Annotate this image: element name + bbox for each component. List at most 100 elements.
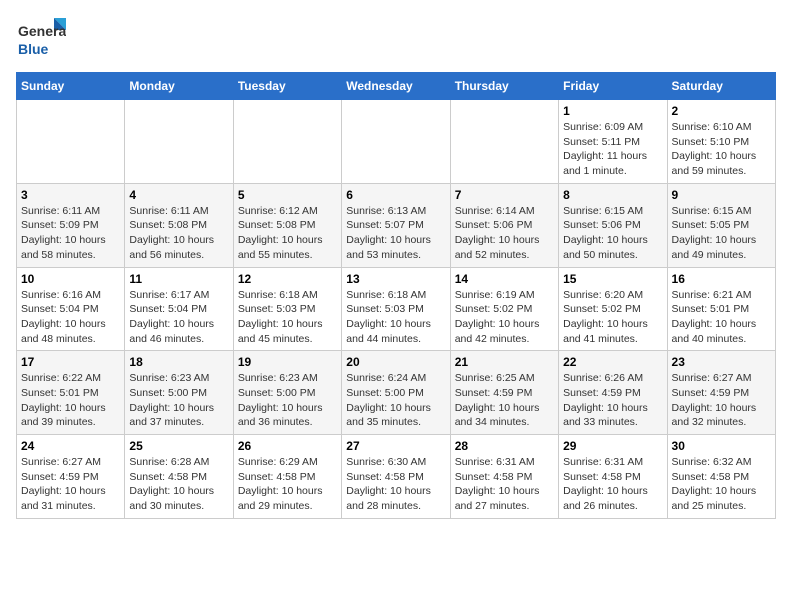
calendar-cell: 30Sunrise: 6:32 AM Sunset: 4:58 PM Dayli… [667, 435, 775, 519]
day-number: 1 [563, 104, 662, 118]
day-number: 2 [672, 104, 771, 118]
day-info: Sunrise: 6:15 AM Sunset: 5:05 PM Dayligh… [672, 204, 771, 263]
calendar-cell: 6 Sunrise: 6:13 AM Sunset: 5:07 PM Daylig… [342, 183, 450, 267]
weekday-header: Monday [125, 73, 233, 100]
day-number: 16 [672, 272, 771, 286]
weekday-header: Saturday [667, 73, 775, 100]
calendar-week-row: 10Sunrise: 6:16 AM Sunset: 5:04 PM Dayli… [17, 267, 776, 351]
day-number: 18 [129, 355, 228, 369]
weekday-header: Friday [559, 73, 667, 100]
day-number: 19 [238, 355, 337, 369]
calendar-cell: 26Sunrise: 6:29 AM Sunset: 4:58 PM Dayli… [233, 435, 341, 519]
calendar-cell: 14 Sunrise: 6:19 AM Sunset: 5:02 PM Dayli… [450, 267, 558, 351]
day-number: 11 [129, 272, 228, 286]
calendar: SundayMondayTuesdayWednesdayThursdayFrid… [16, 72, 776, 519]
calendar-cell [233, 100, 341, 184]
weekday-header: Thursday [450, 73, 558, 100]
calendar-cell: 20Sunrise: 6:24 AM Sunset: 5:00 PM Dayli… [342, 351, 450, 435]
day-number: 12 [238, 272, 337, 286]
calendar-cell: 27Sunrise: 6:30 AM Sunset: 4:58 PM Dayli… [342, 435, 450, 519]
weekday-header-row: SundayMondayTuesdayWednesdayThursdayFrid… [17, 73, 776, 100]
calendar-cell: 13Sunrise: 6:18 AM Sunset: 5:03 PM Dayli… [342, 267, 450, 351]
calendar-cell: 8Sunrise: 6:15 AM Sunset: 5:06 PM Daylig… [559, 183, 667, 267]
calendar-cell: 10Sunrise: 6:16 AM Sunset: 5:04 PM Dayli… [17, 267, 125, 351]
day-number: 30 [672, 439, 771, 453]
calendar-cell: 16 Sunrise: 6:21 AM Sunset: 5:01 PM Dayli… [667, 267, 775, 351]
calendar-cell [125, 100, 233, 184]
weekday-header: Wednesday [342, 73, 450, 100]
calendar-cell: 4 Sunrise: 6:11 AM Sunset: 5:08 PM Daylig… [125, 183, 233, 267]
calendar-cell: 5 Sunrise: 6:12 AM Sunset: 5:08 PM Daylig… [233, 183, 341, 267]
day-info: Sunrise: 6:20 AM Sunset: 5:02 PM Dayligh… [563, 288, 662, 347]
day-number: 27 [346, 439, 445, 453]
calendar-cell: 24 Sunrise: 6:27 AM Sunset: 4:59 PM Dayli… [17, 435, 125, 519]
logo: General Blue [16, 16, 66, 60]
calendar-cell: 11 Sunrise: 6:17 AM Sunset: 5:04 PM Dayli… [125, 267, 233, 351]
day-info: Sunrise: 6:17 AM Sunset: 5:04 PM Dayligh… [129, 288, 228, 347]
calendar-cell: 2 Sunrise: 6:10 AM Sunset: 5:10 PM Daylig… [667, 100, 775, 184]
day-info: Sunrise: 6:25 AM Sunset: 4:59 PM Dayligh… [455, 371, 554, 430]
day-number: 29 [563, 439, 662, 453]
day-info: Sunrise: 6:29 AM Sunset: 4:58 PM Dayligh… [238, 455, 337, 514]
day-info: Sunrise: 6:18 AM Sunset: 5:03 PM Dayligh… [238, 288, 337, 347]
calendar-week-row: 1Sunrise: 6:09 AM Sunset: 5:11 PM Daylig… [17, 100, 776, 184]
day-info: Sunrise: 6:13 AM Sunset: 5:07 PM Dayligh… [346, 204, 445, 263]
calendar-cell: 15 Sunrise: 6:20 AM Sunset: 5:02 PM Dayli… [559, 267, 667, 351]
day-info: Sunrise: 6:12 AM Sunset: 5:08 PM Dayligh… [238, 204, 337, 263]
logo-icon: General Blue [16, 16, 66, 60]
day-info: Sunrise: 6:28 AM Sunset: 4:58 PM Dayligh… [129, 455, 228, 514]
calendar-cell: 21 Sunrise: 6:25 AM Sunset: 4:59 PM Dayli… [450, 351, 558, 435]
calendar-cell [17, 100, 125, 184]
day-info: Sunrise: 6:31 AM Sunset: 4:58 PM Dayligh… [563, 455, 662, 514]
calendar-cell: 7 Sunrise: 6:14 AM Sunset: 5:06 PM Daylig… [450, 183, 558, 267]
calendar-week-row: 17 Sunrise: 6:22 AM Sunset: 5:01 PM Dayli… [17, 351, 776, 435]
day-number: 7 [455, 188, 554, 202]
day-number: 13 [346, 272, 445, 286]
day-number: 9 [672, 188, 771, 202]
day-info: Sunrise: 6:26 AM Sunset: 4:59 PM Dayligh… [563, 371, 662, 430]
page-header: General Blue [16, 16, 776, 60]
calendar-cell: 19 Sunrise: 6:23 AM Sunset: 5:00 PM Dayli… [233, 351, 341, 435]
day-number: 28 [455, 439, 554, 453]
calendar-cell: 22 Sunrise: 6:26 AM Sunset: 4:59 PM Dayli… [559, 351, 667, 435]
day-number: 22 [563, 355, 662, 369]
day-number: 5 [238, 188, 337, 202]
day-info: Sunrise: 6:15 AM Sunset: 5:06 PM Dayligh… [563, 204, 662, 263]
day-number: 10 [21, 272, 120, 286]
calendar-cell: 17 Sunrise: 6:22 AM Sunset: 5:01 PM Dayli… [17, 351, 125, 435]
day-info: Sunrise: 6:23 AM Sunset: 5:00 PM Dayligh… [238, 371, 337, 430]
calendar-week-row: 24 Sunrise: 6:27 AM Sunset: 4:59 PM Dayli… [17, 435, 776, 519]
calendar-cell: 23Sunrise: 6:27 AM Sunset: 4:59 PM Dayli… [667, 351, 775, 435]
day-number: 6 [346, 188, 445, 202]
svg-text:General: General [18, 23, 66, 39]
day-number: 4 [129, 188, 228, 202]
svg-text:Blue: Blue [18, 41, 49, 57]
calendar-cell: 9 Sunrise: 6:15 AM Sunset: 5:05 PM Daylig… [667, 183, 775, 267]
weekday-header: Tuesday [233, 73, 341, 100]
calendar-week-row: 3 Sunrise: 6:11 AM Sunset: 5:09 PM Daylig… [17, 183, 776, 267]
calendar-cell: 25 Sunrise: 6:28 AM Sunset: 4:58 PM Dayli… [125, 435, 233, 519]
calendar-cell: 18Sunrise: 6:23 AM Sunset: 5:00 PM Dayli… [125, 351, 233, 435]
day-number: 14 [455, 272, 554, 286]
day-info: Sunrise: 6:21 AM Sunset: 5:01 PM Dayligh… [672, 288, 771, 347]
day-info: Sunrise: 6:11 AM Sunset: 5:08 PM Dayligh… [129, 204, 228, 263]
day-number: 15 [563, 272, 662, 286]
day-info: Sunrise: 6:22 AM Sunset: 5:01 PM Dayligh… [21, 371, 120, 430]
calendar-cell: 12 Sunrise: 6:18 AM Sunset: 5:03 PM Dayli… [233, 267, 341, 351]
day-info: Sunrise: 6:19 AM Sunset: 5:02 PM Dayligh… [455, 288, 554, 347]
day-info: Sunrise: 6:31 AM Sunset: 4:58 PM Dayligh… [455, 455, 554, 514]
day-info: Sunrise: 6:27 AM Sunset: 4:59 PM Dayligh… [21, 455, 120, 514]
weekday-header: Sunday [17, 73, 125, 100]
day-number: 3 [21, 188, 120, 202]
day-number: 24 [21, 439, 120, 453]
day-info: Sunrise: 6:10 AM Sunset: 5:10 PM Dayligh… [672, 120, 771, 179]
day-number: 25 [129, 439, 228, 453]
day-number: 21 [455, 355, 554, 369]
day-info: Sunrise: 6:14 AM Sunset: 5:06 PM Dayligh… [455, 204, 554, 263]
calendar-cell: 29 Sunrise: 6:31 AM Sunset: 4:58 PM Dayli… [559, 435, 667, 519]
calendar-cell: 3 Sunrise: 6:11 AM Sunset: 5:09 PM Daylig… [17, 183, 125, 267]
day-info: Sunrise: 6:11 AM Sunset: 5:09 PM Dayligh… [21, 204, 120, 263]
day-number: 17 [21, 355, 120, 369]
calendar-cell: 1Sunrise: 6:09 AM Sunset: 5:11 PM Daylig… [559, 100, 667, 184]
calendar-cell [450, 100, 558, 184]
